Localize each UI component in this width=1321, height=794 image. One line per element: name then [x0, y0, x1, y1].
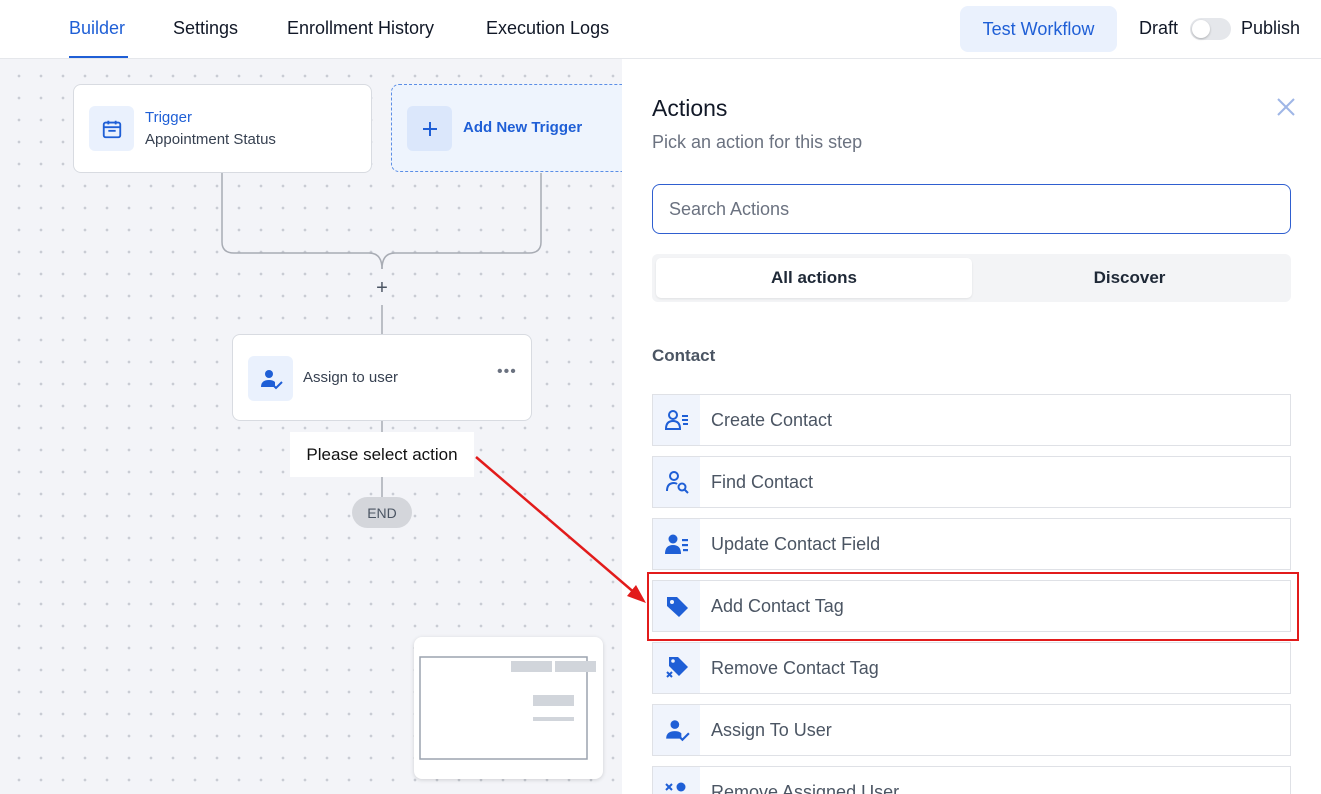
select-action-tooltip: Please select action: [290, 432, 474, 477]
user-remove-icon: [653, 767, 700, 794]
calendar-icon: [89, 106, 134, 151]
tab-settings[interactable]: Settings: [173, 18, 238, 39]
tag-remove-icon: [653, 643, 700, 693]
tab-enrollment-history[interactable]: Enrollment History: [287, 18, 434, 39]
action-remove-assigned-user[interactable]: Remove Assigned User: [652, 766, 1291, 794]
add-trigger-label: Add New Trigger: [463, 119, 583, 136]
action-update-contact-field[interactable]: Update Contact Field: [652, 518, 1291, 570]
publish-toggle[interactable]: [1190, 18, 1231, 40]
user-check-icon: [248, 356, 293, 401]
active-tab-indicator: [69, 56, 128, 58]
contact-search-icon: [653, 457, 700, 507]
trigger-node[interactable]: Trigger Appointment Status: [73, 84, 372, 173]
publish-label: Publish: [1241, 18, 1301, 38]
tab-builder[interactable]: Builder: [69, 18, 125, 39]
top-bar: Builder Settings Enrollment History Exec…: [0, 0, 1321, 59]
action-label: Update Contact Field: [711, 534, 881, 554]
assign-user-node[interactable]: Assign to user •••: [232, 334, 532, 421]
toggle-knob: [1192, 20, 1210, 38]
action-add-contact-tag[interactable]: Add Contact Tag: [652, 580, 1291, 632]
minimap-preview: [419, 656, 596, 760]
action-remove-contact-tag[interactable]: Remove Contact Tag: [652, 642, 1291, 694]
panel-title: Actions: [652, 95, 728, 121]
close-icon[interactable]: [1274, 95, 1298, 119]
panel-subtitle: Pick an action for this step: [652, 132, 863, 152]
action-filter-tabs: All actions Discover: [652, 254, 1291, 302]
more-options-icon[interactable]: •••: [497, 363, 517, 381]
plus-icon: [407, 106, 452, 151]
action-label: Create Contact: [711, 410, 833, 430]
section-heading-contact: Contact: [652, 346, 716, 365]
add-step-button[interactable]: +: [372, 277, 392, 300]
user-check-icon: [653, 705, 700, 755]
action-find-contact[interactable]: Find Contact: [652, 456, 1291, 508]
workflow-canvas[interactable]: Trigger Appointment Status Add New Trigg…: [0, 59, 622, 794]
action-assign-to-user[interactable]: Assign To User: [652, 704, 1291, 756]
action-label: Find Contact: [711, 472, 814, 492]
tag-icon: [653, 581, 700, 631]
step-label: Assign to user: [303, 369, 399, 386]
contact-edit-icon: [653, 519, 700, 569]
action-label: Remove Assigned User: [711, 782, 900, 794]
end-node: END: [352, 497, 412, 528]
tab-all-actions[interactable]: All actions: [656, 258, 972, 298]
draft-label: Draft: [1139, 18, 1179, 38]
minimap[interactable]: [414, 637, 603, 779]
action-label: Remove Contact Tag: [711, 658, 879, 678]
contact-list-icon: [653, 395, 700, 445]
tab-discover[interactable]: Discover: [972, 258, 1287, 298]
trigger-subtitle: Appointment Status: [145, 131, 276, 148]
action-label: Add Contact Tag: [711, 596, 844, 616]
add-new-trigger-button[interactable]: Add New Trigger: [391, 84, 622, 172]
tab-execution-logs[interactable]: Execution Logs: [486, 18, 609, 39]
action-create-contact[interactable]: Create Contact: [652, 394, 1291, 446]
actions-panel: Actions Pick an action for this step All…: [622, 59, 1321, 794]
search-actions-input[interactable]: [652, 184, 1291, 234]
trigger-title: Trigger: [145, 109, 192, 126]
test-workflow-button[interactable]: Test Workflow: [960, 6, 1117, 52]
action-label: Assign To User: [711, 720, 832, 740]
